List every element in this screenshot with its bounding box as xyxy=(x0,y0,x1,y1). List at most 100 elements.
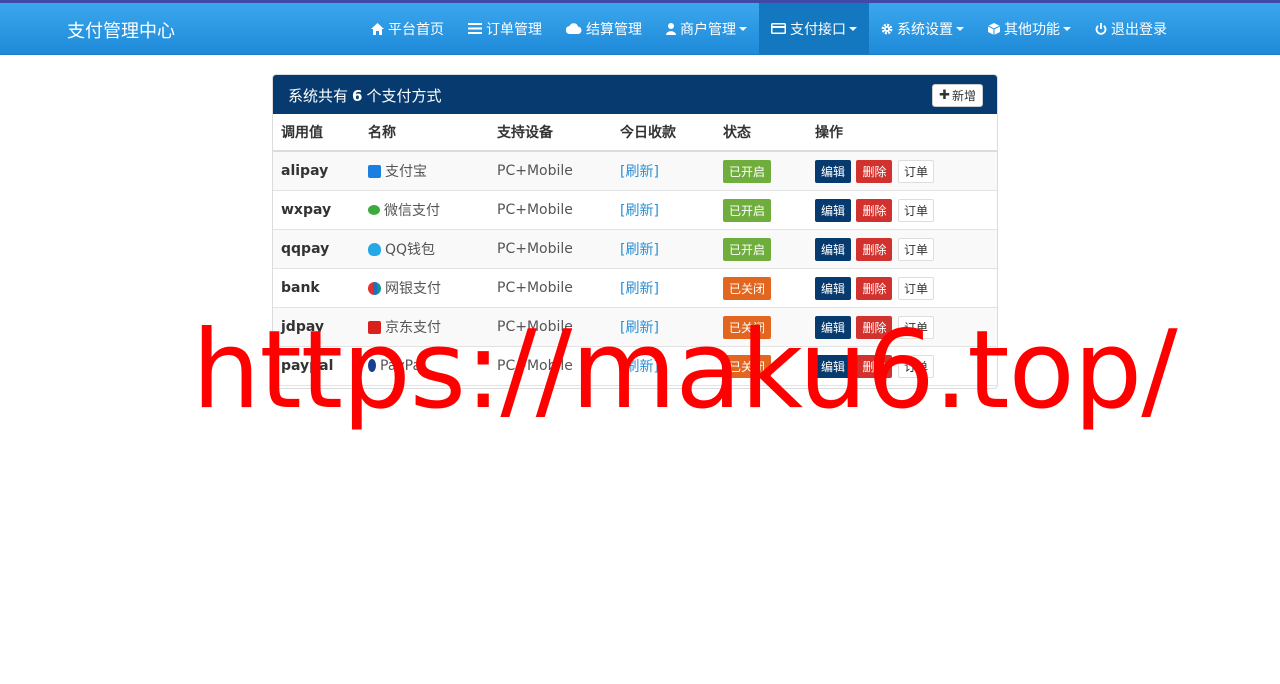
panel-title-suffix: 个支付方式 xyxy=(366,87,442,105)
cell-code: bank xyxy=(273,268,360,308)
status-badge[interactable]: 已关闭 xyxy=(723,315,772,339)
panel-title-prefix: 系统共有 xyxy=(288,87,349,105)
user-icon xyxy=(666,22,676,35)
delete-button[interactable]: 删除 xyxy=(856,237,893,261)
wechat-pay-icon xyxy=(368,205,380,215)
refresh-link[interactable]: [刷新] xyxy=(620,203,659,219)
cell-name: PayPal xyxy=(360,346,489,386)
orders-button[interactable]: 订单 xyxy=(897,237,934,261)
cell-code: wxpay xyxy=(273,190,360,230)
cell-actions: 编辑 删除 订单 xyxy=(807,346,997,386)
delete-button[interactable]: 删除 xyxy=(856,354,893,378)
refresh-link[interactable]: [刷新] xyxy=(620,164,659,180)
nav-merchants-label: 商户管理 xyxy=(680,21,736,38)
cell-status: 已开启 xyxy=(715,190,807,230)
nav-home-label: 平台首页 xyxy=(388,21,444,38)
orders-button[interactable]: 订单 xyxy=(897,198,934,222)
nav-orders[interactable]: 订单管理 xyxy=(456,3,554,54)
cell-name-label: 微信支付 xyxy=(384,203,440,219)
nav-logout-label: 退出登录 xyxy=(1111,21,1167,38)
nav-system-settings[interactable]: 系统设置 xyxy=(869,3,976,54)
status-badge[interactable]: 已关闭 xyxy=(723,354,772,378)
delete-button[interactable]: 删除 xyxy=(856,315,893,339)
payment-methods-panel: 系统共有 6 个支付方式 ✚ 新增 调用值 名称 支持设备 今日收款 状态 操作 a… xyxy=(272,74,998,389)
column-header-name: 名称 xyxy=(360,114,489,152)
cell-device: PC+Mobile xyxy=(489,190,612,230)
paypal-icon xyxy=(368,359,376,372)
table-row: bank 网银支付 PC+Mobile [刷新] 已关闭 编辑 删除 订单 xyxy=(273,268,997,308)
cell-today: [刷新] xyxy=(612,346,715,386)
column-header-code: 调用值 xyxy=(273,114,360,152)
cell-status: 已开启 xyxy=(715,229,807,269)
table-row: alipay 支付宝 PC+Mobile [刷新] 已开启 编辑 删除 订单 xyxy=(273,151,997,191)
nav-logout[interactable]: 退出登录 xyxy=(1083,3,1179,54)
edit-button[interactable]: 编辑 xyxy=(815,198,852,222)
table-header-row: 调用值 名称 支持设备 今日收款 状态 操作 xyxy=(273,114,997,152)
cell-name: QQ钱包 xyxy=(360,229,489,269)
edit-button[interactable]: 编辑 xyxy=(815,354,852,378)
chevron-down-icon xyxy=(956,26,964,31)
cell-name-label: QQ钱包 xyxy=(385,242,436,258)
cell-name-label: 网银支付 xyxy=(385,281,441,297)
cell-name: 网银支付 xyxy=(360,268,489,308)
status-badge[interactable]: 已开启 xyxy=(723,198,772,222)
edit-button[interactable]: 编辑 xyxy=(815,237,852,261)
column-header-device: 支持设备 xyxy=(489,114,612,152)
nav-home[interactable]: 平台首页 xyxy=(359,3,456,54)
status-badge[interactable]: 已开启 xyxy=(723,237,772,261)
cell-name: 微信支付 xyxy=(360,190,489,230)
cell-status: 已关闭 xyxy=(715,268,807,308)
refresh-link[interactable]: [刷新] xyxy=(620,281,659,297)
home-icon xyxy=(371,22,384,35)
orders-button[interactable]: 订单 xyxy=(897,276,934,300)
cell-code: qqpay xyxy=(273,229,360,269)
cell-code: paypal xyxy=(273,346,360,386)
orders-button[interactable]: 订单 xyxy=(897,159,934,183)
panel-title: 系统共有 6 个支付方式 xyxy=(288,85,441,106)
edit-button[interactable]: 编辑 xyxy=(815,276,852,300)
panel-heading: 系统共有 6 个支付方式 ✚ 新增 xyxy=(273,75,997,114)
add-payment-method-button[interactable]: ✚ 新增 xyxy=(932,84,983,107)
cell-device: PC+Mobile xyxy=(489,268,612,308)
cell-status: 已开启 xyxy=(715,151,807,191)
orders-button[interactable]: 订单 xyxy=(897,354,934,378)
cloud-icon xyxy=(566,23,582,34)
payment-method-count: 6 xyxy=(352,87,363,105)
nav-system-settings-label: 系统设置 xyxy=(897,21,953,38)
chevron-down-icon xyxy=(739,26,747,31)
payment-methods-table: 调用值 名称 支持设备 今日收款 状态 操作 alipay 支付宝 PC+Mob… xyxy=(273,114,997,386)
status-badge[interactable]: 已开启 xyxy=(723,159,772,183)
cell-name: 京东支付 xyxy=(360,307,489,347)
status-badge[interactable]: 已关闭 xyxy=(723,276,772,300)
delete-button[interactable]: 删除 xyxy=(856,276,893,300)
nav-merchants[interactable]: 商户管理 xyxy=(654,3,759,54)
cell-device: PC+Mobile xyxy=(489,151,612,191)
nav-settlement[interactable]: 结算管理 xyxy=(554,3,654,54)
cell-name-label: 支付宝 xyxy=(385,164,427,180)
brand-title[interactable]: 支付管理中心 xyxy=(67,17,175,43)
nav-other-functions[interactable]: 其他功能 xyxy=(976,3,1083,54)
chevron-down-icon xyxy=(849,26,857,31)
cell-status: 已关闭 xyxy=(715,346,807,386)
edit-button[interactable]: 编辑 xyxy=(815,159,852,183)
cell-code: jdpay xyxy=(273,307,360,347)
cell-name: 支付宝 xyxy=(360,151,489,191)
cell-actions: 编辑 删除 订单 xyxy=(807,151,997,191)
list-icon xyxy=(468,23,482,34)
chevron-down-icon xyxy=(1063,26,1071,31)
table-row: jdpay 京东支付 PC+Mobile [刷新] 已关闭 编辑 删除 订单 xyxy=(273,307,997,347)
cell-status: 已关闭 xyxy=(715,307,807,347)
delete-button[interactable]: 删除 xyxy=(856,198,893,222)
refresh-link[interactable]: [刷新] xyxy=(620,359,659,375)
refresh-link[interactable]: [刷新] xyxy=(620,320,659,336)
refresh-link[interactable]: [刷新] xyxy=(620,242,659,258)
power-icon xyxy=(1095,22,1107,35)
table-row: wxpay 微信支付 PC+Mobile [刷新] 已开启 编辑 删除 订单 xyxy=(273,190,997,230)
delete-button[interactable]: 删除 xyxy=(856,159,893,183)
cell-device: PC+Mobile xyxy=(489,307,612,347)
cell-device: PC+Mobile xyxy=(489,346,612,386)
edit-button[interactable]: 编辑 xyxy=(815,315,852,339)
alipay-icon xyxy=(368,165,381,178)
nav-payment-interface[interactable]: 支付接口 xyxy=(759,3,869,54)
orders-button[interactable]: 订单 xyxy=(897,315,934,339)
